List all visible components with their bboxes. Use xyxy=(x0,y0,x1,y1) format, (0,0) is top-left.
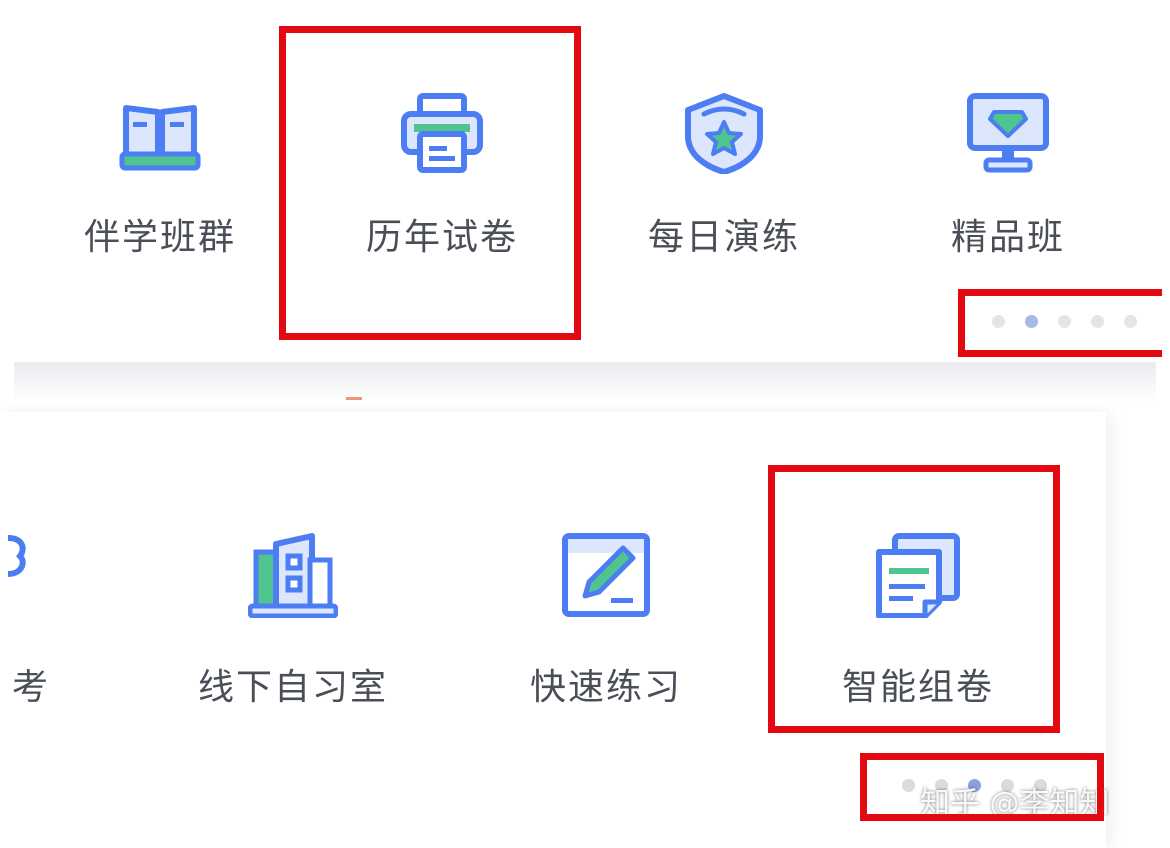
highlight-box-top-pager xyxy=(958,289,1162,357)
highlight-box-bottom-pager xyxy=(860,753,1104,821)
menu-item-daily-practice[interactable]: 每日演练 xyxy=(648,92,800,260)
menu-item-premium-class[interactable]: 精品班 xyxy=(940,92,1076,260)
menu-item-label: 每日演练 xyxy=(648,217,801,258)
menu-item-label: 线下自习室 xyxy=(197,667,388,708)
partial-icon xyxy=(8,535,26,577)
menu-item-quick-practice[interactable]: 快速练习 xyxy=(520,532,692,710)
menu-item-label: 伴学班群 xyxy=(84,217,237,258)
partial-menu-label: 考 xyxy=(12,667,49,708)
highlight-box-past-exam-papers xyxy=(279,26,581,340)
panel-divider-shadow xyxy=(14,362,1156,402)
menu-item-study-group[interactable]: 伴学班群 xyxy=(84,92,236,260)
stray-mark xyxy=(346,397,362,400)
highlight-box-smart-paper-builder xyxy=(768,465,1060,733)
building-icon xyxy=(248,533,338,618)
menu-item-label: 快速练习 xyxy=(529,667,682,708)
menu-item-offline-study-room[interactable]: 线下自习室 xyxy=(188,532,398,710)
pencil-square-icon xyxy=(562,533,650,617)
open-book-icon xyxy=(119,105,201,171)
monitor-diamond-icon xyxy=(967,93,1049,173)
menu-item-label: 精品班 xyxy=(950,217,1065,258)
star-shield-icon xyxy=(685,93,763,174)
